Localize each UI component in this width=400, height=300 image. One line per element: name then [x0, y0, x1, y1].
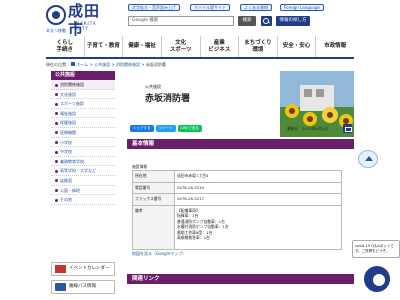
- table-row: 所在地 成田市赤坂1丁目4: [132, 170, 342, 183]
- bullet-icon: [55, 112, 58, 116]
- breadcrumb-public-facilities[interactable]: 公共施設: [94, 62, 110, 67]
- table-header: 所在地: [132, 170, 175, 183]
- table-row: ファックス番号 0476-26-3217: [132, 193, 342, 206]
- gnav-item-culture[interactable]: 文化 スポーツ: [160, 36, 200, 57]
- table-cell: 0476-26-3210: [174, 181, 342, 194]
- table-header: ファックス番号: [132, 193, 175, 206]
- mobile-site-link[interactable]: ホバイル版サイト: [190, 4, 230, 11]
- bullet-icon: [55, 102, 58, 106]
- map-link[interactable]: 地図を見る（Googleマップ）: [132, 251, 186, 257]
- table-header: 電話番号: [132, 181, 175, 194]
- bullet-icon: [55, 93, 58, 97]
- sidebar-item-compulsory[interactable]: 義務教育学校: [51, 157, 115, 167]
- gnav-item-safety[interactable]: 安全・安心: [276, 36, 316, 57]
- foreign-language-link[interactable]: Foreign Language: [280, 4, 324, 11]
- bullet-icon: [55, 150, 58, 154]
- sidebar-item-sports[interactable]: スポーツ施設: [51, 99, 115, 109]
- print-icon[interactable]: [343, 124, 352, 133]
- page-title: 赤坂消防署: [145, 94, 191, 104]
- sidebar: 公共施設 消防関係施設 文化施設 スポーツ施設 福祉施設 保健施設 医療機関 小…: [51, 71, 115, 205]
- table-cell: 成田市赤坂1丁目4: [174, 170, 342, 183]
- back-to-top-button[interactable]: [355, 150, 385, 170]
- skip-to-content-link[interactable]: 本文へ移動: [46, 28, 66, 34]
- gnav-item-business[interactable]: 産業 ビジネス: [199, 36, 239, 57]
- search-button[interactable]: 検索: [238, 16, 256, 26]
- bullet-icon: [55, 121, 58, 125]
- text-size-speech-link[interactable]: 文字拡大・音声読み上げ: [128, 4, 180, 11]
- tweet-button[interactable]: ツイート: [155, 125, 176, 132]
- section-heading-related: 関連リンク: [127, 274, 354, 284]
- logo-text: 成田市: [68, 2, 101, 38]
- sidebar-item-other[interactable]: その他: [51, 195, 115, 205]
- sidebar-item-welfare[interactable]: 福祉施設: [51, 109, 115, 119]
- bullet-icon: [55, 169, 58, 173]
- home-icon: [71, 62, 76, 66]
- bullet-icon: [55, 189, 58, 193]
- site-header: 成田市 NARITA CITY 本文へ移動 文字拡大・音声読み上げ ホバイル版サ…: [0, 0, 400, 38]
- info-search-guide-button[interactable]: 情報の探し方: [276, 16, 310, 26]
- gnav-item-town[interactable]: まちづくり 環境: [238, 36, 277, 57]
- sidebar-item-culture[interactable]: 文化施設: [51, 90, 115, 100]
- gnav-item-cityhall[interactable]: 市政情報: [315, 36, 354, 57]
- city-emblem-icon: [46, 5, 66, 25]
- sidebar-item-health[interactable]: 保健施設: [51, 118, 115, 128]
- breadcrumb-home[interactable]: ホーム: [76, 62, 88, 67]
- updated-date: 更新日：2017年4月1日: [287, 126, 329, 131]
- sidebar-item-highschool[interactable]: 高等学校・大学など: [51, 166, 115, 176]
- bullet-icon: [55, 179, 58, 183]
- table-cell: 【配備車両】 指揮車：1台 普通消防ポンプ自動車：1台 水槽付消防ポンプ自動車：…: [174, 204, 342, 250]
- table-row: 電話番号 0476-26-3210: [132, 181, 342, 194]
- search-icon[interactable]: [261, 16, 272, 26]
- global-nav: くらし 手続き 子育て・教育 健康・福祉 文化 スポーツ 産業 ビジネス まちづくり環…: [46, 36, 354, 59]
- table-row: 備考 【配備車両】 指揮車：1台 普通消防ポンプ自動車：1台 水槽付消防ポンプ自…: [132, 204, 342, 250]
- facility-table: 所在地 成田市赤坂1丁目4 電話番号 0476-26-3210 ファックス番号 …: [132, 170, 342, 250]
- line-share-button[interactable]: LINEで送る: [177, 125, 202, 132]
- page-category: 公共施設: [145, 84, 161, 89]
- faq-link[interactable]: よくある質問: [240, 4, 272, 11]
- sidebar-item-fire[interactable]: 消防関係施設: [51, 80, 115, 90]
- bus-info-banner[interactable]: 路線バス情報: [51, 280, 115, 294]
- sidebar-heading: 公共施設: [51, 71, 115, 80]
- breadcrumb-fire-facilities[interactable]: 消防関係施設: [116, 62, 140, 67]
- bus-icon: [55, 283, 66, 291]
- bullet-icon: [55, 160, 58, 164]
- gnav-item-childcare[interactable]: 子育て・教育: [83, 36, 123, 57]
- section-heading-basic: 基本情報: [127, 139, 354, 149]
- bullet-icon: [55, 198, 58, 202]
- facebook-share-button[interactable]: シェアする: [130, 125, 154, 132]
- sidebar-item-junior-high[interactable]: 中学校: [51, 147, 115, 157]
- event-calendar-banner[interactable]: イベントカレンダー: [51, 262, 115, 276]
- gnav-item-living[interactable]: くらし 手続き: [46, 36, 84, 57]
- sidebar-item-parks[interactable]: 公園・緑地: [51, 186, 115, 196]
- calendar-icon: [55, 265, 66, 273]
- breadcrumb-current: 赤坂消防署: [145, 62, 166, 67]
- social-buttons: シェアする ツイート LINEで送る: [130, 125, 202, 132]
- arrow-up-icon: [358, 150, 378, 168]
- chatbot-widget[interactable]: covid-19 Q＆Aボットです。ご質問をどうぞ。: [352, 240, 400, 300]
- table-header: 備考: [132, 204, 175, 250]
- bullet-icon: [55, 131, 58, 135]
- search-input[interactable]: Google 検索: [128, 16, 234, 26]
- chatbot-message: covid-19 Q＆Aボットです。ご質問をどうぞ。: [352, 240, 400, 258]
- bullet-icon: [55, 141, 58, 145]
- sidebar-item-elementary[interactable]: 小学校: [51, 138, 115, 148]
- bullet-icon: [55, 83, 58, 87]
- sidebar-item-kindergarten[interactable]: 幼稚園: [51, 176, 115, 186]
- sidebar-item-medical[interactable]: 医療機関: [51, 128, 115, 138]
- breadcrumb: 現在の位置： ホーム > 公共施設 > 消防関係施設 > 赤坂消防署: [46, 62, 166, 67]
- gnav-item-health[interactable]: 健康・福祉: [122, 36, 161, 57]
- logo-subtext: NARITA CITY: [76, 21, 97, 31]
- table-cell: 0476-26-3217: [174, 193, 342, 206]
- chatbot-avatar-icon[interactable]: [362, 264, 392, 294]
